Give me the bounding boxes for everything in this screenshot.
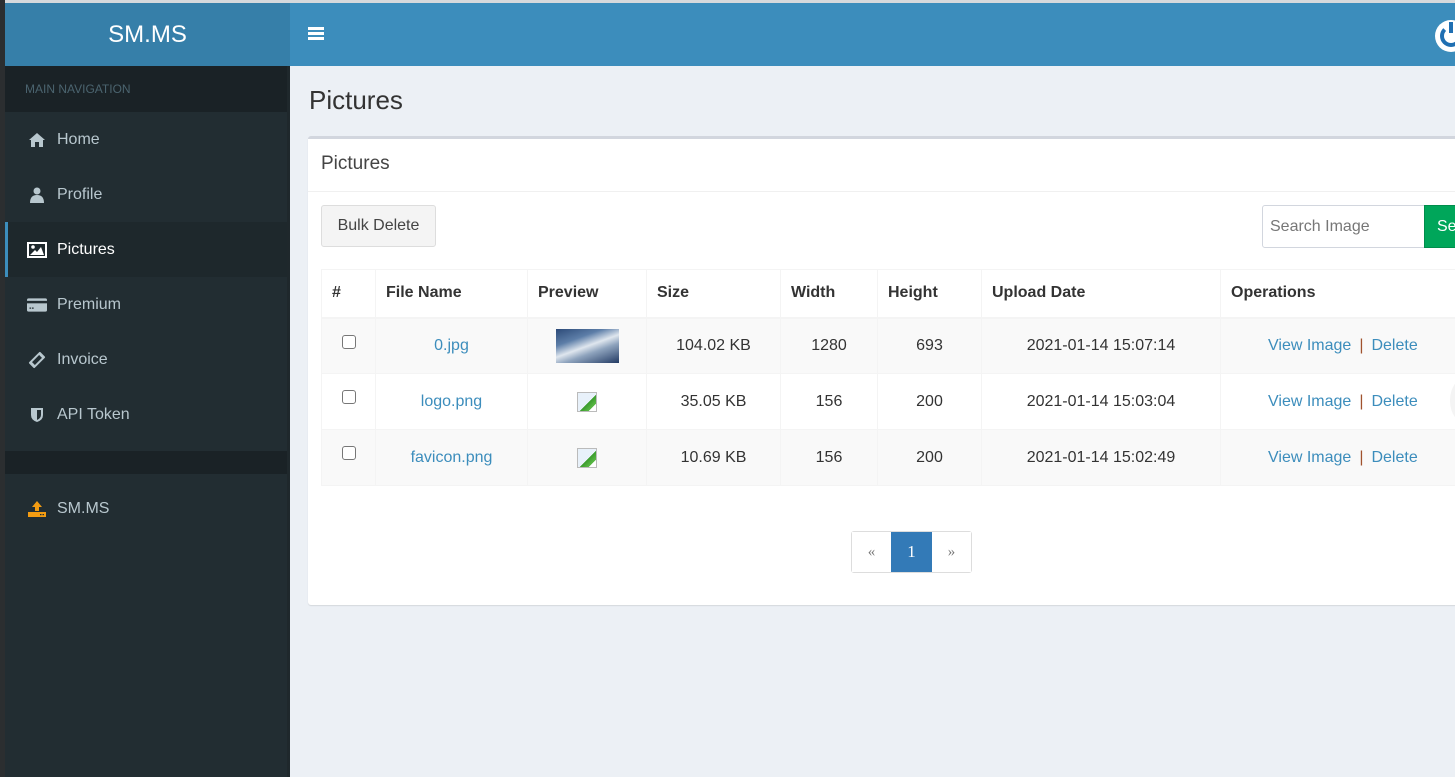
sidebar-item-label: Profile	[57, 185, 103, 203]
box-title: Pictures	[308, 139, 1455, 192]
column-header-preview: Preview	[527, 269, 647, 319]
sidebar-item-label: Premium	[57, 295, 122, 313]
image-height: 693	[877, 317, 982, 374]
image-height: 200	[877, 373, 982, 430]
separator: |	[1359, 448, 1364, 466]
pagination-next[interactable]: »	[932, 532, 971, 572]
upload-icon	[27, 500, 47, 518]
separator: |	[1359, 392, 1364, 410]
file-size: 35.05 KB	[646, 373, 781, 430]
sidebar-item-label: API Token	[57, 405, 130, 423]
page-title: Pictures	[309, 85, 403, 115]
sidebar-section-header: MAIN NAVIGATION	[5, 66, 287, 112]
preview-thumbnail[interactable]	[555, 328, 619, 363]
power-icon[interactable]	[1435, 20, 1455, 52]
row-checkbox[interactable]	[342, 390, 356, 404]
ticket-icon	[27, 351, 47, 369]
row-checkbox[interactable]	[342, 334, 356, 349]
home-icon	[27, 131, 47, 149]
pagination-page-current[interactable]: 1	[891, 532, 932, 572]
image-width: 156	[780, 429, 878, 486]
broken-image-icon[interactable]	[577, 447, 597, 468]
upload-date: 2021-01-14 15:02:49	[981, 429, 1221, 486]
column-header-index: #	[321, 269, 376, 319]
view-image-link[interactable]: View Image	[1268, 449, 1351, 466]
sidebar-item-label: Home	[57, 130, 100, 148]
image-height: 200	[877, 429, 982, 486]
upload-date: 2021-01-14 15:03:04	[981, 373, 1221, 430]
hamburger-icon[interactable]	[308, 27, 324, 41]
pictures-table: # File Name Preview Size Width Height Up…	[321, 269, 1455, 486]
pagination: « 1 »	[851, 531, 972, 573]
file-name-link[interactable]: favicon.png	[411, 449, 493, 466]
sidebar-item-label: Pictures	[57, 240, 115, 258]
table-header-row: # File Name Preview Size Width Height Up…	[321, 269, 1455, 319]
view-image-link[interactable]: View Image	[1268, 337, 1351, 354]
image-width: 1280	[780, 317, 878, 374]
sidebar-divider	[5, 451, 287, 474]
file-name-link[interactable]: 0.jpg	[434, 337, 469, 354]
top-navbar	[290, 3, 1455, 66]
sidebar-item-label: Invoice	[57, 350, 108, 368]
delete-link[interactable]: Delete	[1371, 337, 1417, 354]
pagination-prev[interactable]: «	[852, 532, 891, 572]
broken-image-icon[interactable]	[577, 391, 597, 412]
delete-link[interactable]: Delete	[1371, 449, 1417, 466]
image-icon	[27, 241, 47, 259]
sidebar-item-premium[interactable]: Premium	[5, 277, 287, 332]
sidebar-item-profile[interactable]: Profile	[5, 167, 287, 222]
user-icon	[27, 186, 47, 204]
table-row: logo.png 35.05 KB 156 200 2021-01-14 15:…	[321, 373, 1455, 430]
image-width: 156	[780, 373, 878, 430]
column-header-height: Height	[877, 269, 982, 319]
sidebar-item-label: SM.MS	[57, 500, 110, 517]
column-header-upload-date: Upload Date	[981, 269, 1221, 319]
separator: |	[1359, 336, 1364, 354]
bulk-delete-button[interactable]: Bulk Delete	[321, 205, 436, 247]
row-checkbox[interactable]	[342, 446, 356, 460]
column-header-file-name: File Name	[375, 269, 528, 319]
sidebar-item-smms-upload[interactable]: SM.MS	[5, 483, 287, 535]
sidebar-item-api-token[interactable]: API Token	[5, 387, 287, 442]
search-input[interactable]	[1262, 205, 1425, 248]
table-row: 0.jpg 104.02 KB 1280 693 2021-01-14 15:0…	[321, 317, 1455, 374]
column-header-width: Width	[780, 269, 878, 319]
table-row: favicon.png 10.69 KB 156 200 2021-01-14 …	[321, 429, 1455, 486]
credit-card-icon	[27, 296, 47, 314]
pictures-box: Pictures Bulk Delete Search # File Name …	[308, 136, 1455, 605]
file-size: 104.02 KB	[646, 317, 781, 374]
upload-date: 2021-01-14 15:07:14	[981, 317, 1221, 374]
sidebar-item-pictures[interactable]: Pictures	[5, 222, 287, 277]
search-button[interactable]: Search	[1424, 205, 1455, 248]
app-logo[interactable]: SM.MS	[5, 3, 290, 66]
column-header-size: Size	[646, 269, 781, 319]
sidebar-item-home[interactable]: Home	[5, 112, 287, 167]
file-name-link[interactable]: logo.png	[421, 393, 482, 410]
delete-link[interactable]: Delete	[1371, 393, 1417, 410]
file-size: 10.69 KB	[646, 429, 781, 486]
shield-icon	[27, 406, 47, 424]
sidebar-item-invoice[interactable]: Invoice	[5, 332, 287, 387]
view-image-link[interactable]: View Image	[1268, 393, 1351, 410]
sidebar: MAIN NAVIGATION Home Profile Pictures Pr…	[5, 66, 290, 777]
column-header-operations: Operations	[1220, 269, 1455, 319]
